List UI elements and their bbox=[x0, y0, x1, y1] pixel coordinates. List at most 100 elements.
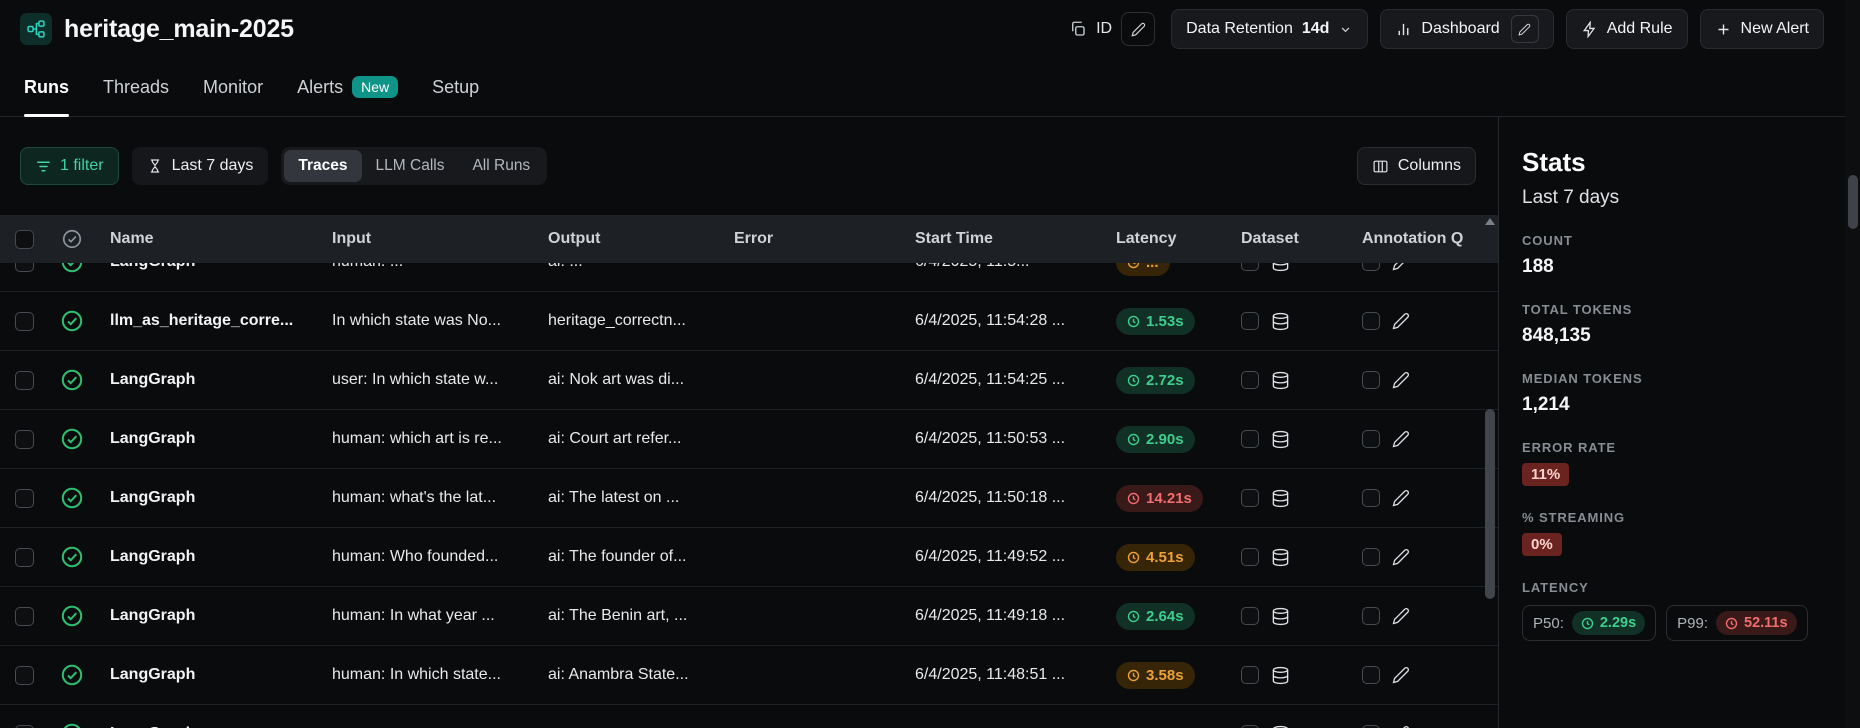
annotation-checkbox[interactable] bbox=[1362, 666, 1380, 684]
page-title: heritage_main-2025 bbox=[64, 15, 294, 44]
pencil-icon[interactable] bbox=[1392, 430, 1410, 448]
row-checkbox[interactable] bbox=[15, 548, 34, 567]
col-header-dataset[interactable]: Dataset bbox=[1227, 230, 1348, 248]
row-name[interactable]: LangGraph bbox=[96, 263, 318, 271]
p50-latency: P50: 2.29s bbox=[1522, 605, 1656, 641]
latency-badge: 3.58s bbox=[1116, 662, 1195, 689]
dataset-checkbox[interactable] bbox=[1241, 430, 1259, 448]
row-output: ai: The latest on ... bbox=[534, 489, 720, 507]
table-row[interactable]: LangGraph human: ... ai: ... 6/4/2025, 1… bbox=[0, 263, 1498, 292]
database-icon[interactable] bbox=[1271, 312, 1290, 331]
col-header-input[interactable]: Input bbox=[318, 230, 534, 248]
dashboard-button[interactable]: Dashboard bbox=[1380, 9, 1553, 49]
columns-button[interactable]: Columns bbox=[1357, 147, 1476, 185]
table-scrollbar bbox=[1484, 215, 1496, 728]
table-row[interactable]: LangGraph human: In what year ... ai: Th… bbox=[0, 587, 1498, 646]
annotation-checkbox[interactable] bbox=[1362, 263, 1380, 271]
database-icon[interactable] bbox=[1271, 666, 1290, 685]
annotation-checkbox[interactable] bbox=[1362, 430, 1380, 448]
success-status-icon bbox=[60, 545, 84, 569]
dataset-checkbox[interactable] bbox=[1241, 489, 1259, 507]
add-rule-button[interactable]: Add Rule bbox=[1566, 9, 1688, 49]
annotation-checkbox[interactable] bbox=[1362, 489, 1380, 507]
table-row[interactable]: LangGraph user: In which state w... ai: … bbox=[0, 351, 1498, 410]
copy-icon[interactable] bbox=[1069, 20, 1087, 38]
table-row[interactable]: llm_as_heritage_corre... In which state … bbox=[0, 292, 1498, 351]
tab-threads[interactable]: Threads bbox=[103, 58, 169, 116]
row-name[interactable]: LangGraph bbox=[96, 489, 318, 507]
filter-button[interactable]: 1 filter bbox=[20, 147, 119, 185]
dashboard-label: Dashboard bbox=[1421, 20, 1499, 38]
table-row[interactable]: LangGraph human: In which state... ai: A… bbox=[0, 646, 1498, 705]
annotation-checkbox[interactable] bbox=[1362, 371, 1380, 389]
row-input: human: Who founded... bbox=[318, 548, 534, 566]
pencil-icon[interactable] bbox=[1392, 371, 1410, 389]
row-name[interactable]: LangGraph bbox=[96, 666, 318, 684]
database-icon[interactable] bbox=[1271, 607, 1290, 626]
tab-setup[interactable]: Setup bbox=[432, 58, 479, 116]
row-checkbox[interactable] bbox=[15, 725, 34, 728]
col-header-start-time[interactable]: Start Time bbox=[901, 230, 1102, 248]
col-header-error[interactable]: Error bbox=[720, 230, 901, 248]
scroll-up-arrow[interactable] bbox=[1485, 218, 1495, 225]
data-retention-button[interactable]: Data Retention 14d bbox=[1171, 9, 1368, 49]
database-icon[interactable] bbox=[1271, 371, 1290, 390]
dataset-checkbox[interactable] bbox=[1241, 666, 1259, 684]
edit-id-button[interactable] bbox=[1121, 12, 1155, 46]
pencil-icon[interactable] bbox=[1392, 607, 1410, 625]
dataset-checkbox[interactable] bbox=[1241, 263, 1259, 271]
time-range-button[interactable]: Last 7 days bbox=[132, 147, 269, 185]
row-checkbox[interactable] bbox=[15, 263, 34, 272]
dataset-checkbox[interactable] bbox=[1241, 371, 1259, 389]
row-checkbox[interactable] bbox=[15, 489, 34, 508]
row-name[interactable]: LangGraph bbox=[96, 430, 318, 448]
filter-label: 1 filter bbox=[60, 157, 104, 175]
row-name[interactable]: LangGraph bbox=[96, 371, 318, 389]
bolt-icon bbox=[1581, 21, 1598, 38]
table-row[interactable]: LangGraph bbox=[0, 705, 1498, 728]
database-icon[interactable] bbox=[1271, 489, 1290, 508]
select-all-checkbox[interactable] bbox=[15, 230, 34, 249]
row-checkbox[interactable] bbox=[15, 666, 34, 685]
database-icon[interactable] bbox=[1271, 725, 1290, 728]
pencil-icon[interactable] bbox=[1392, 263, 1410, 271]
annotation-checkbox[interactable] bbox=[1362, 312, 1380, 330]
table-row[interactable]: LangGraph human: what's the lat... ai: T… bbox=[0, 469, 1498, 528]
tab-alerts[interactable]: Alerts New bbox=[297, 58, 398, 116]
tab-runs[interactable]: Runs bbox=[24, 58, 69, 116]
col-header-annotation[interactable]: Annotation Q bbox=[1348, 230, 1498, 248]
dataset-checkbox[interactable] bbox=[1241, 607, 1259, 625]
table-scrollbar-thumb[interactable] bbox=[1485, 409, 1495, 599]
database-icon[interactable] bbox=[1271, 548, 1290, 567]
edit-dashboard-button[interactable] bbox=[1511, 15, 1539, 43]
row-checkbox[interactable] bbox=[15, 312, 34, 331]
dataset-checkbox[interactable] bbox=[1241, 548, 1259, 566]
table-row[interactable]: LangGraph human: which art is re... ai: … bbox=[0, 410, 1498, 469]
segment-all-runs[interactable]: All Runs bbox=[458, 150, 544, 182]
window-scrollbar-thumb[interactable] bbox=[1848, 175, 1858, 229]
pencil-icon[interactable] bbox=[1392, 489, 1410, 507]
row-checkbox[interactable] bbox=[15, 430, 34, 449]
col-header-name[interactable]: Name bbox=[96, 230, 318, 248]
database-icon[interactable] bbox=[1271, 430, 1290, 449]
row-name[interactable]: LangGraph bbox=[96, 548, 318, 566]
table-row[interactable]: LangGraph human: Who founded... ai: The … bbox=[0, 528, 1498, 587]
segment-llm-calls[interactable]: LLM Calls bbox=[362, 150, 459, 182]
pencil-icon[interactable] bbox=[1392, 666, 1410, 684]
dataset-checkbox[interactable] bbox=[1241, 312, 1259, 330]
row-checkbox[interactable] bbox=[15, 607, 34, 626]
database-icon[interactable] bbox=[1271, 263, 1290, 272]
id-label: ID bbox=[1096, 20, 1112, 38]
segment-traces[interactable]: Traces bbox=[284, 150, 361, 182]
col-header-latency[interactable]: Latency bbox=[1102, 230, 1227, 248]
pencil-icon[interactable] bbox=[1392, 548, 1410, 566]
row-checkbox[interactable] bbox=[15, 371, 34, 390]
new-alert-button[interactable]: New Alert bbox=[1700, 9, 1824, 49]
pencil-icon[interactable] bbox=[1392, 312, 1410, 330]
row-name[interactable]: llm_as_heritage_corre... bbox=[96, 312, 318, 330]
row-name[interactable]: LangGraph bbox=[96, 607, 318, 625]
tab-monitor[interactable]: Monitor bbox=[203, 58, 263, 116]
annotation-checkbox[interactable] bbox=[1362, 548, 1380, 566]
annotation-checkbox[interactable] bbox=[1362, 607, 1380, 625]
col-header-output[interactable]: Output bbox=[534, 230, 720, 248]
